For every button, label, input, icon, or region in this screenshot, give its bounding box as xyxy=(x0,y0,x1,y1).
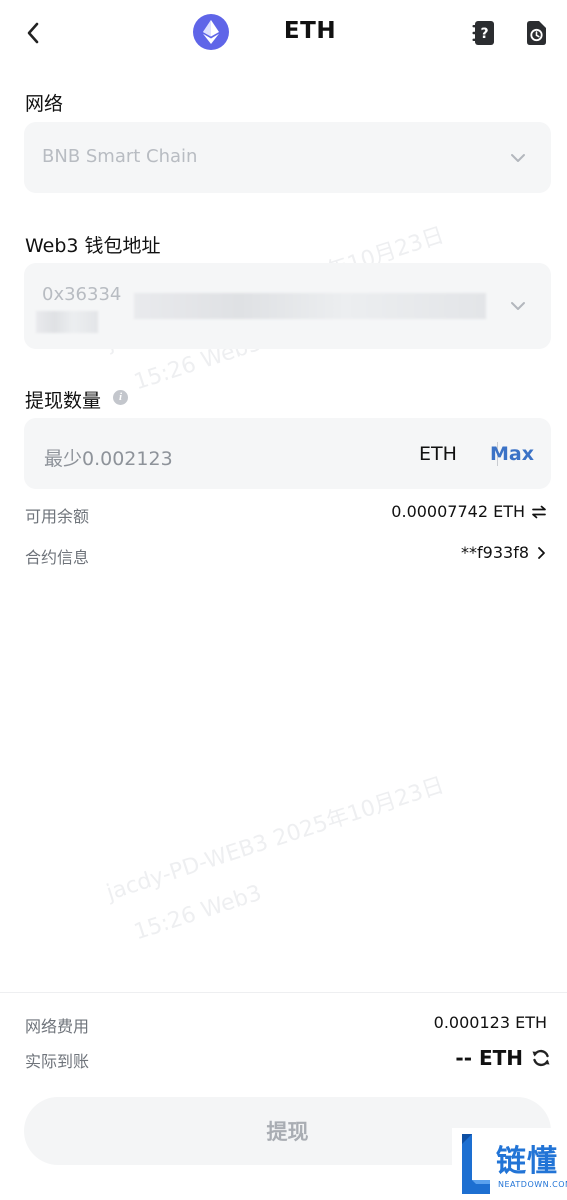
network-select[interactable]: BNB Smart Chain xyxy=(24,122,551,193)
watermark: jacdy-PD-WEB3 2025年10月23日 15:26 Web3 xyxy=(102,767,462,949)
balance-row[interactable]: 0.00007742 ETH xyxy=(391,502,547,521)
chevron-right-icon xyxy=(538,546,545,559)
address-field[interactable]: 0x36334 xyxy=(24,263,551,349)
redacted-area xyxy=(36,311,98,333)
info-icon[interactable]: i xyxy=(113,390,128,405)
header: ETH ? xyxy=(0,0,567,66)
back-button[interactable] xyxy=(18,18,48,48)
address-label: Web3 钱包地址 xyxy=(25,235,161,257)
watermark-line: jacdy-PD-WEB3 2025年10月23日 xyxy=(103,773,448,906)
contract-value: **f933f8 xyxy=(461,543,529,562)
fee-label: 网络费用 xyxy=(25,1017,90,1036)
redacted-area xyxy=(134,293,486,319)
refresh-icon[interactable] xyxy=(531,1048,551,1068)
brand-name: 链懂 xyxy=(496,1144,558,1179)
amount-unit: ETH xyxy=(419,443,457,465)
svg-text:?: ? xyxy=(480,26,488,42)
network-label: 网络 xyxy=(25,93,64,115)
chevron-left-icon xyxy=(27,22,39,44)
contract-label: 合约信息 xyxy=(25,548,90,567)
amount-field[interactable]: 最少0.002123 ETH Max xyxy=(24,418,551,489)
watermark-line: 15:26 Web3 xyxy=(131,880,265,946)
network-value: BNB Smart Chain xyxy=(42,146,198,167)
swap-icon[interactable] xyxy=(531,505,547,519)
divider xyxy=(0,992,567,993)
max-button[interactable]: Max xyxy=(490,443,534,465)
chevron-down-icon xyxy=(511,154,525,162)
contract-row[interactable]: **f933f8 xyxy=(461,543,547,562)
receive-value: -- ETH xyxy=(455,1046,523,1070)
brand-logo: 链懂 NEATDOWN.COM xyxy=(452,1128,567,1200)
chevron-down-icon xyxy=(511,302,525,310)
amount-input[interactable]: 最少0.002123 xyxy=(44,444,173,471)
balance-label: 可用余额 xyxy=(25,507,90,526)
help-book-icon[interactable]: ? xyxy=(472,20,496,46)
history-record-icon[interactable] xyxy=(524,20,548,46)
receive-row: -- ETH xyxy=(455,1046,551,1070)
balance-value: 0.00007742 ETH xyxy=(391,502,525,521)
amount-label: 提现数量 xyxy=(25,390,102,412)
receive-label: 实际到账 xyxy=(25,1052,90,1071)
address-value: 0x36334 xyxy=(42,284,122,305)
brand-subtitle: NEATDOWN.COM xyxy=(498,1180,567,1189)
fee-value: 0.000123 ETH xyxy=(433,1013,547,1032)
brand-l-icon xyxy=(462,1134,490,1194)
ethereum-icon xyxy=(193,14,229,50)
page-title: ETH xyxy=(283,18,337,44)
